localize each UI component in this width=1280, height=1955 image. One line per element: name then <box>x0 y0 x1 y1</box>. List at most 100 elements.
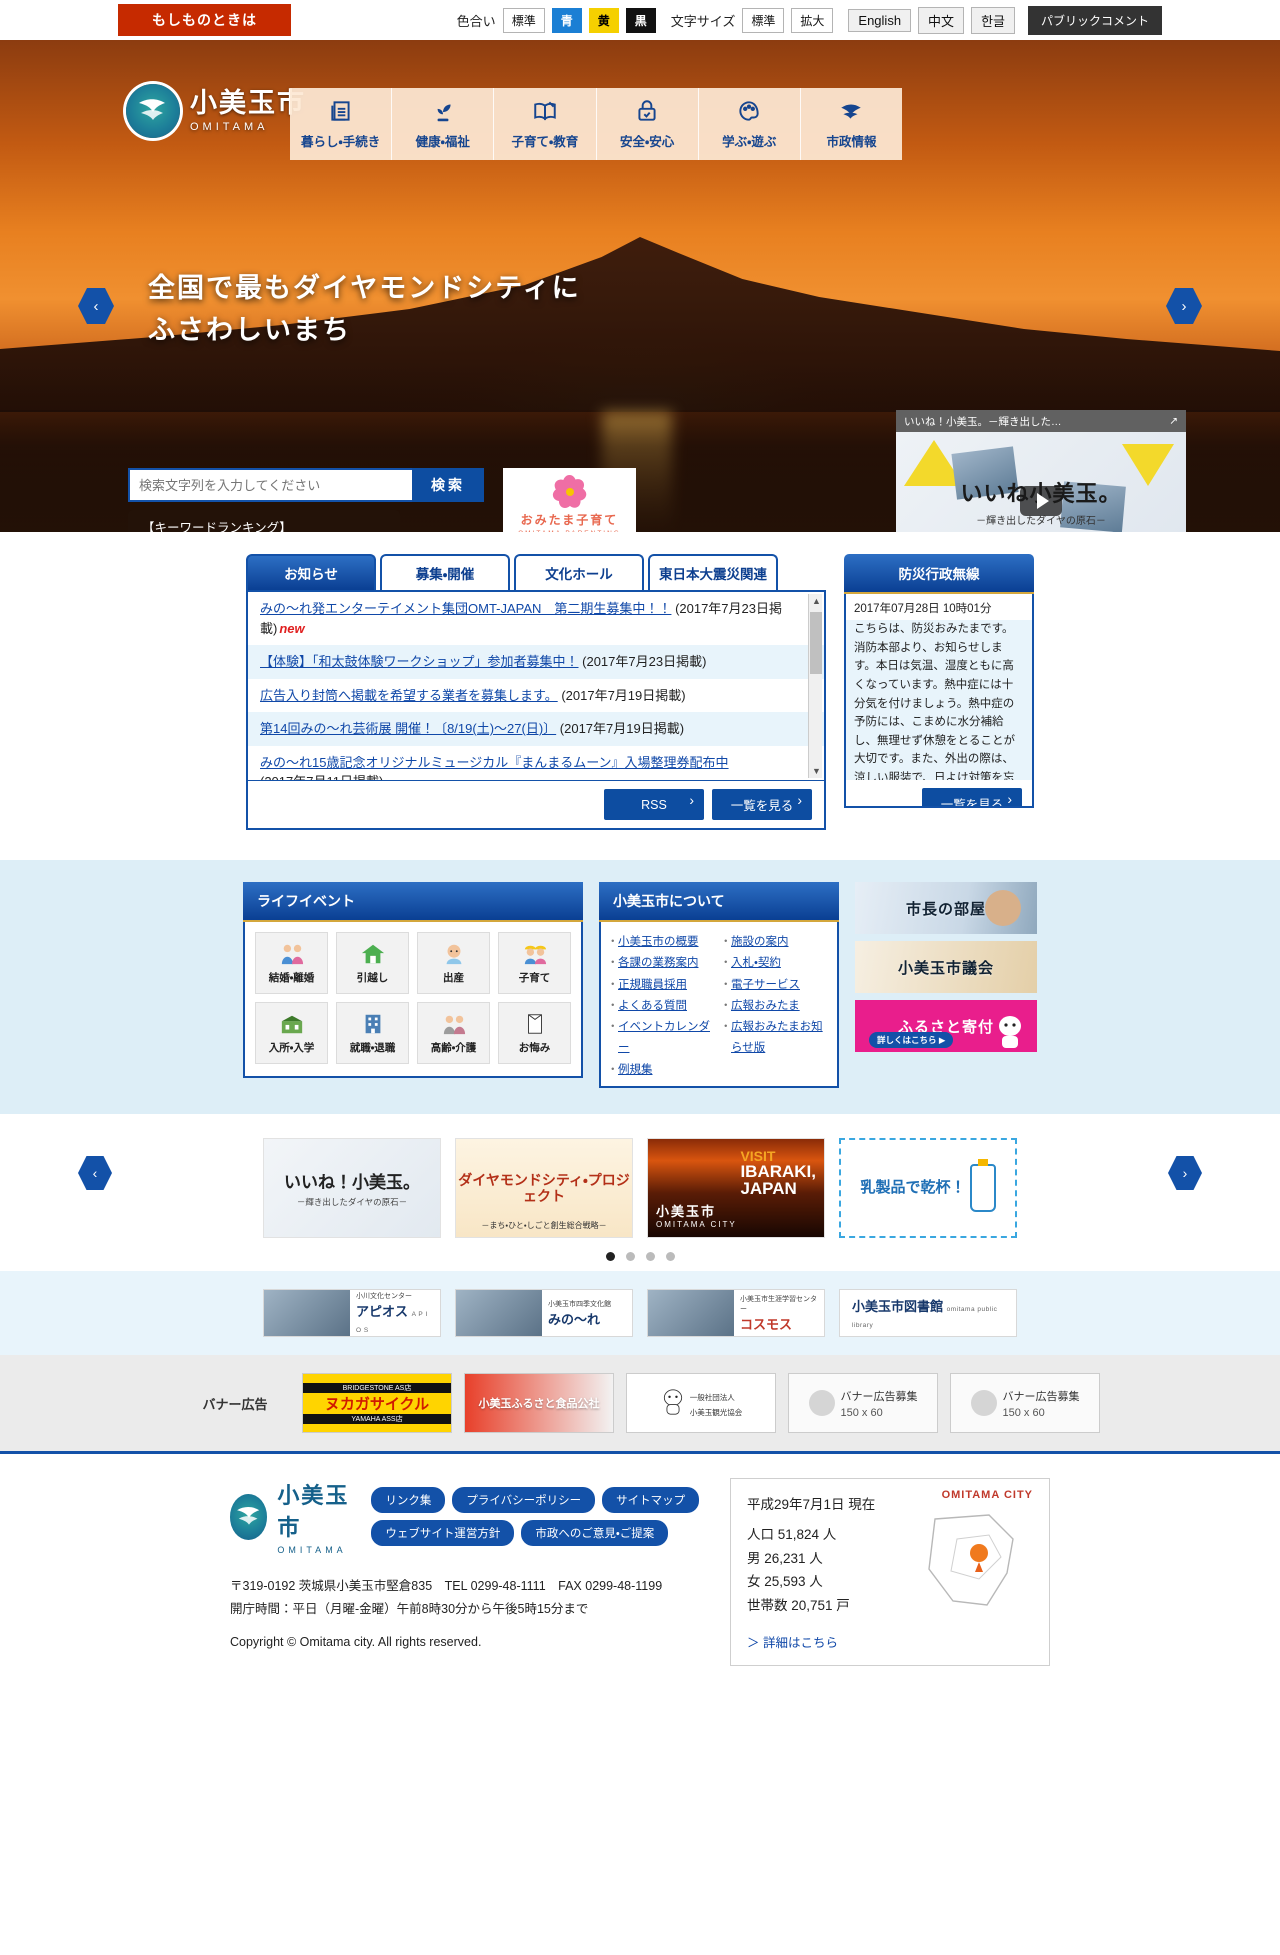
life-item-birth[interactable]: 出産 <box>417 932 490 994</box>
play-button-icon[interactable] <box>1020 486 1062 516</box>
list-item[interactable]: 広報おみたま <box>720 996 829 1018</box>
life-item-childcare[interactable]: 子育て <box>498 932 571 994</box>
carousel-item-dairy[interactable]: 乳製品で乾杯！ <box>839 1138 1017 1238</box>
scrollbar-thumb[interactable] <box>810 612 822 674</box>
public-comment-button[interactable]: パブリックコメント <box>1027 5 1162 35</box>
color-yellow-button[interactable]: 黄 <box>588 7 619 33</box>
news-item[interactable]: 第14回みの〜れ芸術展 開催！〔8/19(土)〜27(日)〕 (2017年7月1… <box>248 712 824 746</box>
nav-item-kurashi[interactable]: 暮らし・手続き <box>290 88 393 160</box>
promo-city-council[interactable]: 小美玉市議会 <box>855 941 1037 993</box>
tab-shinsai[interactable]: 東日本大震災関連 <box>648 554 778 590</box>
scroll-up-icon[interactable]: ▲ <box>812 596 821 606</box>
list-item[interactable]: 入札・契約 <box>720 953 829 975</box>
about-link-bidding[interactable]: 入札・契約 <box>731 957 781 969</box>
news-item[interactable]: 広告入り封筒へ掲載を希望する業者を募集します。 (2017年7月19日掲載) <box>248 679 824 713</box>
language-english-button[interactable]: English <box>848 8 912 32</box>
list-item[interactable]: イベントカレンダー <box>607 1017 716 1060</box>
facility-cosmos[interactable]: 小美玉市生涯学習センター コスモス <box>647 1289 825 1337</box>
nav-item-shisei[interactable]: 市政情報 <box>801 88 902 160</box>
ad-slot-placeholder[interactable]: バナー広告募集 150 x 60 <box>788 1373 938 1433</box>
footer-link-sitemap[interactable]: サイトマップ <box>602 1487 700 1513</box>
carousel-dot-1[interactable] <box>605 1252 615 1261</box>
footer-link-feedback[interactable]: 市政へのご意見・ご提案 <box>521 1520 669 1546</box>
news-item-title[interactable]: 第14回みの〜れ芸術展 開催！〔8/19(土)〜27(日)〕 <box>260 721 556 736</box>
footer-link-policy[interactable]: ウェブサイト運営方針 <box>371 1520 515 1546</box>
about-link-outline[interactable]: 小美玉市の概要 <box>618 936 699 948</box>
carousel-dot-2[interactable] <box>625 1252 635 1261</box>
life-item-employment[interactable]: 就職・退職 <box>336 1002 409 1064</box>
font-large-button[interactable]: 拡大 <box>791 7 834 33</box>
list-item[interactable]: 施設の案内 <box>720 932 829 954</box>
list-item[interactable]: 広報おみたまお知らせ版 <box>720 1017 829 1060</box>
rss-button[interactable]: RSS <box>604 789 704 820</box>
about-link-regulations[interactable]: 例規集 <box>618 1064 653 1076</box>
promo-mayor-room[interactable]: 市長の部屋 <box>855 882 1037 934</box>
about-link-event-calendar[interactable]: イベントカレンダー <box>618 1021 710 1054</box>
life-item-moving[interactable]: 引越し <box>336 932 409 994</box>
about-link-eservices[interactable]: 電子サービス <box>731 979 800 991</box>
ad-tourism-association[interactable]: 一般社団法人 小美玉観光協会 <box>626 1373 776 1433</box>
facility-library[interactable]: 小美玉市図書館 omitama public library <box>839 1289 1017 1337</box>
ad-slot-placeholder[interactable]: バナー広告募集 150 x 60 <box>950 1373 1100 1433</box>
color-standard-button[interactable]: 標準 <box>502 7 545 33</box>
video-promo-card[interactable]: いいね！小美玉。－輝き出した… ↗ いいね小美玉。 －輝き出したダイヤの原石－ <box>896 410 1186 532</box>
life-item-school-entry[interactable]: 入所・入学 <box>255 1002 328 1064</box>
about-link-facilities[interactable]: 施設の案内 <box>731 936 789 948</box>
footer-logo[interactable]: 小美玉市 OMITAMA <box>230 1478 355 1555</box>
about-link-faq[interactable]: よくある質問 <box>618 1000 687 1012</box>
language-chinese-button[interactable]: 中文 <box>918 6 965 34</box>
ad-furusato-foods[interactable]: 小美玉ふるさと食品公社 <box>464 1373 614 1433</box>
nav-item-manabu[interactable]: 学ぶ・遊ぶ <box>699 88 801 160</box>
search-button[interactable]: 検索 <box>412 468 484 502</box>
carousel-dot-4[interactable] <box>665 1252 675 1261</box>
list-item[interactable]: 正規職員採用 <box>607 975 716 997</box>
life-item-marriage[interactable]: 結婚・離婚 <box>255 932 328 994</box>
carousel-item-diamond[interactable]: ダイヤモンドシティ・プロジェクト －まち・ひと・しごと創生総合戦略－ <box>455 1138 633 1238</box>
carousel-item-visit-ibaraki[interactable]: VISIT IBARAKI, JAPAN 小美玉市 OMITAMA CITY <box>647 1138 825 1238</box>
carousel-item-iine[interactable]: いいね！小美玉。 －輝き出したダイヤの原石－ <box>263 1138 441 1238</box>
footer-link-privacy[interactable]: プライバシーポリシー <box>452 1487 596 1513</box>
scroll-down-icon[interactable]: ▼ <box>812 766 821 776</box>
life-item-elderly-care[interactable]: 高齢・介護 <box>417 1002 490 1064</box>
about-link-koho-notice[interactable]: 広報おみたまお知らせ版 <box>731 1021 823 1054</box>
life-item-condolence[interactable]: お悔み <box>498 1002 571 1064</box>
carousel-dot-3[interactable] <box>645 1252 655 1261</box>
news-list-all-button[interactable]: 一覧を見る <box>712 789 812 820</box>
nav-item-anzen[interactable]: 安全・安心 <box>597 88 699 160</box>
list-item[interactable]: よくある質問 <box>607 996 716 1018</box>
radio-list-all-button[interactable]: 一覧を見る <box>922 788 1022 806</box>
news-item[interactable]: 【体験】「和太鼓体験ワークショップ」参加者募集中！ (2017年7月23日掲載) <box>248 645 824 679</box>
news-item-title[interactable]: みの〜れ15歳記念オリジナルミュージカル『まんまるムーン』入場整理券配布中 <box>260 755 729 770</box>
language-korean-button[interactable]: 한글 <box>971 6 1015 34</box>
font-standard-button[interactable]: 標準 <box>742 7 785 33</box>
news-scrollbar[interactable]: ▲ ▼ <box>808 594 822 778</box>
parenting-banner[interactable]: おみたま子育て OMITAMA PARENTING <box>503 468 636 532</box>
color-black-button[interactable]: 黒 <box>625 7 656 33</box>
ad-nukaga-cycle[interactable]: BRIDGESTONE AS店 ヌカガサイクル YAMAHA ASS店 <box>302 1373 452 1433</box>
external-link-icon[interactable]: ↗ <box>1169 415 1178 427</box>
tab-boshu[interactable]: 募集・開催 <box>380 554 510 590</box>
search-input[interactable] <box>128 468 412 502</box>
nav-item-kosodate[interactable]: 子育て・教育 <box>494 88 597 160</box>
nav-item-kenko[interactable]: 健康・福祉 <box>392 88 495 160</box>
list-item[interactable]: 例規集 <box>607 1060 716 1082</box>
list-item[interactable]: 電子サービス <box>720 975 829 997</box>
facility-apios[interactable]: 小川文化センター アピオス A P I O S <box>263 1289 441 1337</box>
promo-hometown-donation[interactable]: ふるさと寄付 詳しくはこちら ▶ <box>855 1000 1037 1052</box>
news-item[interactable]: みの〜れ15歳記念オリジナルミュージカル『まんまるムーン』入場整理券配布中 (2… <box>248 746 824 781</box>
tab-bunka-hall[interactable]: 文化ホール <box>514 554 644 590</box>
facility-minore[interactable]: 小美玉市四季文化館 みの〜れ <box>455 1289 633 1337</box>
news-item-title[interactable]: みの〜れ発エンターテイメント集団OMT-JAPAN 第二期生募集中！！ <box>260 601 671 616</box>
list-item[interactable]: 各課の業務案内 <box>607 953 716 975</box>
footer-link-links[interactable]: リンク集 <box>371 1487 446 1513</box>
tab-oshirase[interactable]: お知らせ <box>246 554 376 590</box>
about-link-recruitment[interactable]: 正規職員採用 <box>618 979 687 991</box>
stats-detail-link[interactable]: ＞ 詳細はこちら <box>747 1632 1033 1651</box>
emergency-button[interactable]: もしものときは <box>118 4 291 36</box>
color-blue-button[interactable]: 青 <box>551 7 582 33</box>
news-item[interactable]: みの〜れ発エンターテイメント集団OMT-JAPAN 第二期生募集中！！ (201… <box>248 592 824 645</box>
about-link-koho[interactable]: 広報おみたま <box>731 1000 800 1012</box>
about-link-departments[interactable]: 各課の業務案内 <box>618 957 699 969</box>
news-item-title[interactable]: 広告入り封筒へ掲載を希望する業者を募集します。 <box>260 688 558 703</box>
list-item[interactable]: 小美玉市の概要 <box>607 932 716 954</box>
